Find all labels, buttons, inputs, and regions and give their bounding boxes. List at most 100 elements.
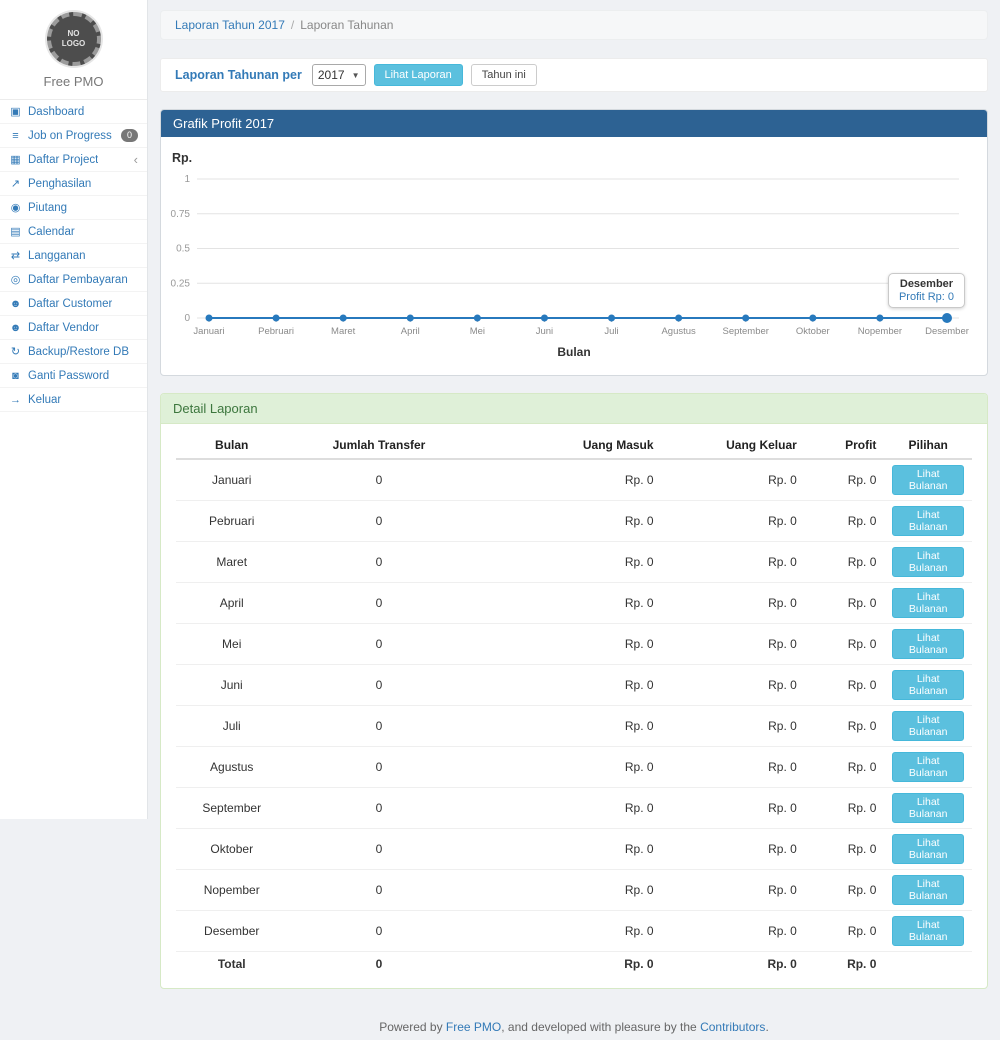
sidebar-item-piutang[interactable]: ◉Piutang bbox=[0, 196, 147, 220]
lihat-bulanan-button[interactable]: Lihat Bulanan bbox=[892, 506, 964, 536]
value-cell: Rp. 0 bbox=[805, 870, 885, 911]
lihat-bulanan-button[interactable]: Lihat Bulanan bbox=[892, 916, 964, 946]
lihat-bulanan-button[interactable]: Lihat Bulanan bbox=[892, 465, 964, 495]
value-cell: 0 bbox=[287, 788, 470, 829]
lihat-bulanan-button[interactable]: Lihat Bulanan bbox=[892, 834, 964, 864]
sidebar-item-label: Langganan bbox=[28, 250, 86, 262]
value-cell: 0 bbox=[287, 583, 470, 624]
lihat-laporan-button[interactable]: Lihat Laporan bbox=[374, 64, 463, 86]
sidebar-item-label: Job on Progress bbox=[28, 130, 112, 142]
lock-icon: ◙ bbox=[9, 370, 22, 382]
footer: Powered by Free PMO, and developed with … bbox=[160, 1006, 988, 1040]
x-axis-label: Bulan bbox=[161, 345, 987, 359]
lihat-bulanan-button[interactable]: Lihat Bulanan bbox=[892, 875, 964, 905]
sidebar-item-dashboard[interactable]: ▣Dashboard bbox=[0, 100, 147, 124]
action-cell: Lihat Bulanan bbox=[884, 459, 972, 501]
month-cell: April bbox=[176, 583, 287, 624]
report-table-body: Januari0Rp. 0Rp. 0Rp. 0Lihat BulananPebr… bbox=[176, 459, 972, 976]
sidebar-item-daftar-customer[interactable]: ☻Daftar Customer bbox=[0, 292, 147, 316]
tasks-icon: ≡ bbox=[9, 130, 22, 142]
brand-name: Free PMO bbox=[0, 74, 147, 89]
value-cell: 0 bbox=[287, 747, 470, 788]
month-cell: September bbox=[176, 788, 287, 829]
action-cell: Lihat Bulanan bbox=[884, 665, 972, 706]
table-row: September0Rp. 0Rp. 0Rp. 0Lihat Bulanan bbox=[176, 788, 972, 829]
value-cell: Rp. 0 bbox=[471, 911, 662, 952]
svg-text:Desember: Desember bbox=[925, 326, 969, 337]
sidebar-item-backup-restore-db[interactable]: ↻Backup/Restore DB bbox=[0, 340, 147, 364]
logo-text-line2: LOGO bbox=[62, 39, 86, 49]
table-row: Juni0Rp. 0Rp. 0Rp. 0Lihat Bulanan bbox=[176, 665, 972, 706]
table-row: Juli0Rp. 0Rp. 0Rp. 0Lihat Bulanan bbox=[176, 706, 972, 747]
value-cell: Rp. 0 bbox=[471, 459, 662, 501]
profit-chart-svg[interactable]: 00.250.50.751JanuariPebruariMaretAprilMe… bbox=[163, 163, 985, 343]
sidebar-item-daftar-pembayaran[interactable]: ◎Daftar Pembayaran bbox=[0, 268, 147, 292]
chart-panel-title: Grafik Profit 2017 bbox=[161, 110, 987, 137]
app-logo: NO LOGO bbox=[47, 12, 101, 66]
value-cell: Rp. 0 bbox=[805, 542, 885, 583]
svg-text:April: April bbox=[401, 326, 420, 337]
action-cell: Lihat Bulanan bbox=[884, 870, 972, 911]
table-row: Nopember0Rp. 0Rp. 0Rp. 0Lihat Bulanan bbox=[176, 870, 972, 911]
value-cell: 0 bbox=[287, 952, 470, 977]
value-cell: Rp. 0 bbox=[805, 911, 885, 952]
sidebar-item-calendar[interactable]: ▤Calendar bbox=[0, 220, 147, 244]
table-row: Desember0Rp. 0Rp. 0Rp. 0Lihat Bulanan bbox=[176, 911, 972, 952]
value-cell: Rp. 0 bbox=[805, 459, 885, 501]
sidebar-item-penghasilan[interactable]: ↗Penghasilan bbox=[0, 172, 147, 196]
dashboard-icon: ▣ bbox=[9, 105, 22, 118]
year-select[interactable]: 2017 ▼ bbox=[312, 64, 366, 86]
calendar-icon: ▤ bbox=[9, 225, 22, 238]
breadcrumb-link-laporan-tahun[interactable]: Laporan Tahun 2017 bbox=[175, 18, 285, 32]
sidebar-item-label: Ganti Password bbox=[28, 370, 109, 382]
table-row: Oktober0Rp. 0Rp. 0Rp. 0Lihat Bulanan bbox=[176, 829, 972, 870]
svg-text:Maret: Maret bbox=[331, 326, 356, 337]
lihat-bulanan-button[interactable]: Lihat Bulanan bbox=[892, 547, 964, 577]
tahun-ini-button[interactable]: Tahun ini bbox=[471, 64, 537, 86]
lihat-bulanan-button[interactable]: Lihat Bulanan bbox=[892, 670, 964, 700]
action-cell: Lihat Bulanan bbox=[884, 542, 972, 583]
value-cell: 0 bbox=[287, 459, 470, 501]
footer-text: . bbox=[765, 1020, 768, 1034]
sidebar-item-ganti-password[interactable]: ◙ Ganti Password bbox=[0, 364, 147, 388]
value-cell: Rp. 0 bbox=[471, 788, 662, 829]
value-cell: Rp. 0 bbox=[662, 788, 805, 829]
action-cell: Lihat Bulanan bbox=[884, 583, 972, 624]
credit-card-icon: ◉ bbox=[9, 201, 22, 214]
sidebar-item-daftar-project[interactable]: ▦Daftar Project‹ bbox=[0, 148, 147, 172]
lihat-bulanan-button[interactable]: Lihat Bulanan bbox=[892, 588, 964, 618]
footer-link-contributors[interactable]: Contributors bbox=[700, 1020, 765, 1034]
month-cell: Nopember bbox=[176, 870, 287, 911]
value-cell: Rp. 0 bbox=[471, 624, 662, 665]
sidebar-item-daftar-vendor[interactable]: ☻Daftar Vendor bbox=[0, 316, 147, 340]
footer-text: , and developed with pleasure by the bbox=[501, 1020, 700, 1034]
breadcrumb-current: Laporan Tahunan bbox=[300, 18, 393, 32]
detail-laporan-panel: Detail Laporan BulanJumlah TransferUang … bbox=[160, 393, 988, 989]
detail-panel-body: BulanJumlah TransferUang MasukUang Kelua… bbox=[161, 424, 987, 988]
value-cell: Rp. 0 bbox=[805, 788, 885, 829]
chart-tooltip: Desember Profit Rp: 0 bbox=[888, 273, 965, 308]
action-cell: Lihat Bulanan bbox=[884, 706, 972, 747]
value-cell: Rp. 0 bbox=[805, 501, 885, 542]
sidebar-item-label: Keluar bbox=[28, 394, 61, 406]
lihat-bulanan-button[interactable]: Lihat Bulanan bbox=[892, 711, 964, 741]
y-axis-unit-label: Rp. bbox=[172, 151, 192, 165]
footer-link-freepmo[interactable]: Free PMO bbox=[446, 1020, 501, 1034]
svg-text:1: 1 bbox=[184, 174, 190, 185]
value-cell: Rp. 0 bbox=[805, 624, 885, 665]
value-cell bbox=[884, 952, 972, 977]
svg-text:September: September bbox=[722, 326, 768, 337]
report-filter-bar: Laporan Tahunan per 2017 ▼ Lihat Laporan… bbox=[160, 58, 988, 92]
sidebar-item-keluar[interactable]: →Keluar bbox=[0, 388, 147, 412]
svg-text:Pebruari: Pebruari bbox=[258, 326, 294, 337]
table-row: Mei0Rp. 0Rp. 0Rp. 0Lihat Bulanan bbox=[176, 624, 972, 665]
sidebar-item-job-on-progress[interactable]: ≡Job on Progress0 bbox=[0, 124, 147, 148]
lihat-bulanan-button[interactable]: Lihat Bulanan bbox=[892, 752, 964, 782]
lihat-bulanan-button[interactable]: Lihat Bulanan bbox=[892, 629, 964, 659]
action-cell: Lihat Bulanan bbox=[884, 747, 972, 788]
action-cell: Lihat Bulanan bbox=[884, 501, 972, 542]
sidebar-item-langganan[interactable]: ⇄Langganan bbox=[0, 244, 147, 268]
breadcrumb: Laporan Tahun 2017/Laporan Tahunan bbox=[160, 10, 988, 40]
month-cell: Juni bbox=[176, 665, 287, 706]
value-cell: 0 bbox=[287, 911, 470, 952]
